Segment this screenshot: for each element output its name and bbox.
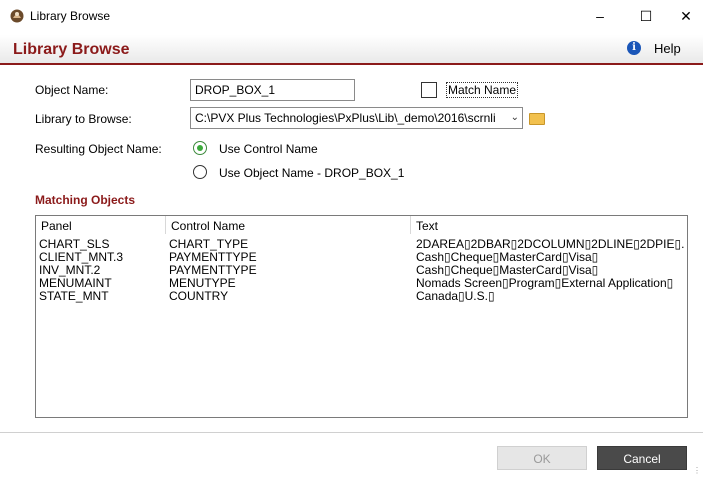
cell-panel: CLIENT_MNT.3 xyxy=(39,251,124,264)
window-titlebar: Library Browse – ☐ ✕ xyxy=(0,0,703,32)
use-control-name-label[interactable]: Use Control Name xyxy=(219,142,318,156)
cell-control-name: PAYMENTTYPE xyxy=(169,251,257,264)
matching-objects-list[interactable]: Panel Control Name Text CHART_SLS CHART_… xyxy=(35,215,688,418)
close-button[interactable]: ✕ xyxy=(663,0,703,32)
radio-selected-dot xyxy=(197,145,203,151)
cell-panel: CHART_SLS xyxy=(39,238,110,251)
dialog-title: Library Browse xyxy=(13,41,130,58)
column-divider[interactable] xyxy=(165,216,166,234)
column-header-text[interactable]: Text xyxy=(416,219,438,233)
column-header-panel[interactable]: Panel xyxy=(41,219,72,233)
table-row[interactable]: STATE_MNT COUNTRY Canada▯U.S.▯ xyxy=(36,290,687,303)
table-row[interactable]: CHART_SLS CHART_TYPE 2DAREA▯2DBAR▯2DCOLU… xyxy=(36,238,687,251)
use-object-name-label[interactable]: Use Object Name - DROP_BOX_1 xyxy=(219,166,404,180)
column-divider[interactable] xyxy=(410,216,411,234)
use-object-name-radio[interactable] xyxy=(193,165,207,179)
minimize-button[interactable]: – xyxy=(577,0,623,32)
library-select-value: C:\PVX Plus Technologies\PxPlus\Lib\_dem… xyxy=(195,111,496,125)
resize-grip-icon[interactable]: ⋮ xyxy=(693,467,701,475)
table-row[interactable]: INV_MNT.2 PAYMENTTYPE Cash▯Cheque▯Master… xyxy=(36,264,687,277)
window-title: Library Browse xyxy=(30,9,111,23)
cell-text: Cash▯Cheque▯MasterCard▯Visa▯ xyxy=(416,251,599,264)
cell-control-name: CHART_TYPE xyxy=(169,238,249,251)
ok-button[interactable]: OK xyxy=(497,446,587,470)
object-name-input[interactable]: DROP_BOX_1 xyxy=(190,79,355,101)
match-name-checkbox[interactable] xyxy=(421,82,437,98)
chevron-down-icon: ⌄ xyxy=(510,112,519,123)
matching-objects-title: Matching Objects xyxy=(35,193,136,207)
cancel-button[interactable]: Cancel xyxy=(597,446,687,470)
cell-panel: INV_MNT.2 xyxy=(39,264,101,277)
cell-text: Canada▯U.S.▯ xyxy=(416,290,495,303)
app-icon xyxy=(10,9,24,23)
info-icon: i xyxy=(627,41,641,55)
library-label: Library to Browse: xyxy=(35,112,132,126)
cell-control-name: COUNTRY xyxy=(169,290,229,303)
table-row[interactable]: CLIENT_MNT.3 PAYMENTTYPE Cash▯Cheque▯Mas… xyxy=(36,251,687,264)
footer-divider xyxy=(0,432,703,433)
cell-control-name: MENUTYPE xyxy=(169,277,236,290)
cell-panel: MENUMAINT xyxy=(39,277,112,290)
cell-control-name: PAYMENTTYPE xyxy=(169,264,257,277)
cell-panel: STATE_MNT xyxy=(39,290,109,303)
dialog-header: Library Browse i Help xyxy=(0,35,703,65)
object-name-label: Object Name: xyxy=(35,83,109,97)
library-select[interactable]: C:\PVX Plus Technologies\PxPlus\Lib\_dem… xyxy=(190,107,523,129)
cell-text: 2DAREA▯2DBAR▯2DCOLUMN▯2DLINE▯2DPIE▯... xyxy=(416,238,684,251)
folder-open-icon[interactable] xyxy=(529,113,545,125)
help-label: Help xyxy=(654,41,681,56)
resulting-name-label: Resulting Object Name: xyxy=(35,142,162,156)
table-row[interactable]: MENUMAINT MENUTYPE Nomads Screen▯Program… xyxy=(36,277,687,290)
column-header-control-name[interactable]: Control Name xyxy=(171,219,245,233)
cell-text: Nomads Screen▯Program▯External Applicati… xyxy=(416,277,674,290)
match-name-label[interactable]: Match Name xyxy=(446,82,519,98)
cell-text: Cash▯Cheque▯MasterCard▯Visa▯ xyxy=(416,264,599,277)
use-control-name-radio[interactable] xyxy=(193,141,207,155)
list-header: Panel Control Name Text xyxy=(36,216,687,234)
